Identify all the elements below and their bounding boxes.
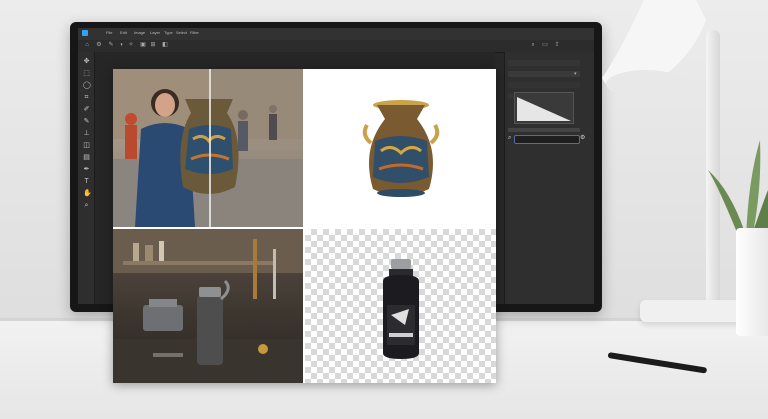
panel-slider-row[interactable] [508,128,580,132]
marquee-icon[interactable]: ⬚ [83,70,90,77]
workshop-scene-illustration [113,229,303,383]
plant-pot [736,228,768,336]
bottle-cutout-tile [305,229,496,383]
type-icon[interactable]: T [83,178,90,185]
search-icon[interactable]: ⌕ [530,42,536,48]
lamp-shade [602,0,706,98]
street-photo-tile [113,69,303,227]
symmetry-icon[interactable]: ⊞ [150,42,156,48]
histogram-preview [514,92,574,124]
histogram-curve [517,97,571,121]
eraser-icon[interactable]: ◫ [83,142,90,149]
brush-icon[interactable]: ✎ [83,118,90,125]
crop-icon[interactable]: ⌗ [83,94,90,101]
hand-icon[interactable]: ✋ [83,190,92,197]
panel-search-field[interactable] [514,135,580,144]
panel-dropdown[interactable] [508,71,580,77]
menu-item-filter[interactable]: Filter [190,30,199,35]
vase-illustration [362,100,440,197]
pressure-icon[interactable]: ▣ [140,42,146,48]
tool-preset-icon[interactable]: ⚙ [96,42,102,48]
menu-item-edit[interactable]: Edit [120,30,127,35]
properties-panel [504,52,594,304]
airbrush-icon[interactable]: ✧ [128,42,134,48]
lasso-icon[interactable]: ◯ [83,82,91,89]
panel-row[interactable] [508,82,580,88]
settings-icon[interactable]: ⚙ [580,134,585,141]
before-after-divider[interactable] [209,69,211,227]
home-icon[interactable]: ⌂ [84,42,90,48]
zoom-icon[interactable]: ⌕ [83,202,90,209]
gradient-icon[interactable]: ▤ [83,154,90,161]
share-icon[interactable]: ⇪ [554,42,560,48]
brush-preset-icon[interactable]: ✎ [108,42,114,48]
mode-icon[interactable]: ◑ [118,42,124,48]
settings-icon[interactable]: ◧ [162,42,168,48]
workshop-photo-tile [113,229,303,383]
app-logo-icon [82,30,88,36]
plant-leaves [708,140,768,240]
pen-icon[interactable]: ✒ [83,166,90,173]
menu-item-layer[interactable]: Layer [150,30,160,35]
bottle-illustration [383,259,419,359]
image-collage [113,69,496,383]
menu-item-type[interactable]: Type [164,30,173,35]
lamp-base [640,300,750,322]
menu-item-file[interactable]: File [106,30,112,35]
menu-item-select[interactable]: Select [176,30,187,35]
street-scene-illustration [113,69,303,227]
chevron-down-icon: ▾ [574,71,577,77]
stamp-icon[interactable]: ⊥ [83,130,90,137]
vase-cutout-tile [305,69,496,227]
menu-bar: File Edit Image Layer Type Select Filter [78,28,594,40]
panel-header [508,60,580,66]
menu-item-image[interactable]: Image [134,30,145,35]
workspace-icon[interactable]: ▭ [542,42,548,48]
search-icon: ⌕ [508,135,512,141]
eyedropper-icon[interactable]: ✐ [83,106,90,113]
move-icon[interactable]: ✥ [83,58,90,65]
